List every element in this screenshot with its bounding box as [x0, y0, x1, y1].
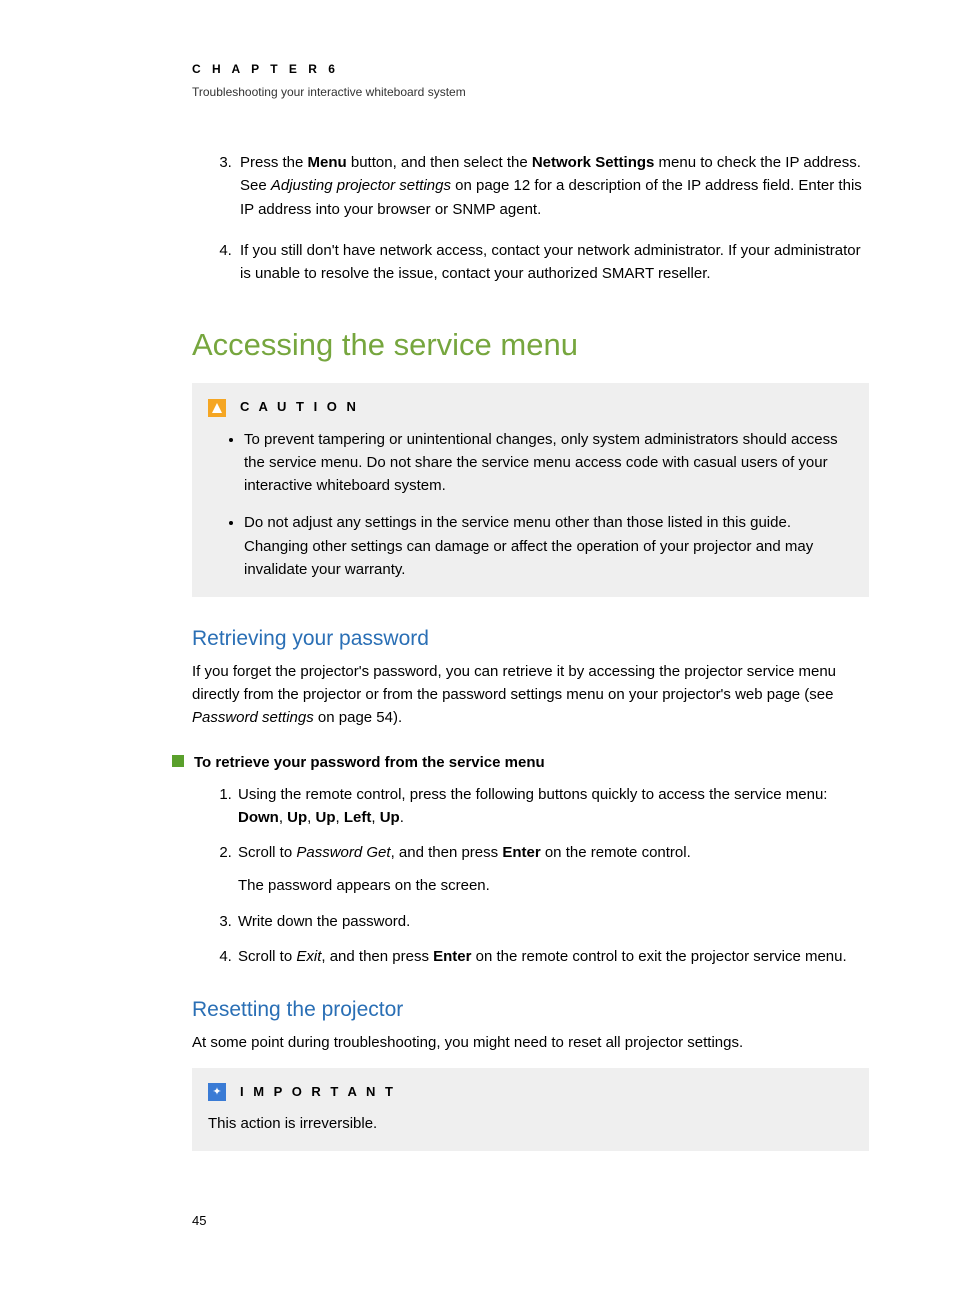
task-row: To retrieve your password from the servi…	[172, 751, 869, 774]
step-3: Press the Menu button, and then select t…	[236, 151, 869, 221]
retrieve-steps: Using the remote control, press the foll…	[192, 783, 869, 969]
retrieve-heading: Retrieving your password	[192, 623, 869, 656]
chapter-label: C H A P T E R 6	[192, 60, 869, 79]
caution-icon	[208, 399, 226, 417]
retrieve-step-3: Write down the password.	[236, 910, 869, 933]
important-body: This action is irreversible.	[208, 1112, 847, 1135]
caution-item-2: Do not adjust any settings in the servic…	[244, 511, 847, 581]
retrieve-step-1: Using the remote control, press the foll…	[236, 783, 869, 830]
reset-para: At some point during troubleshooting, yo…	[192, 1031, 869, 1054]
step-4: If you still don't have network access, …	[236, 239, 869, 286]
important-label: I M P O R T A N T	[240, 1082, 396, 1102]
page-number: 45	[192, 1211, 869, 1231]
caution-item-1: To prevent tampering or unintentional ch…	[244, 428, 847, 498]
caution-callout: C A U T I O N To prevent tampering or un…	[192, 383, 869, 597]
important-icon: ✦	[208, 1083, 226, 1101]
reset-heading: Resetting the projector	[192, 994, 869, 1027]
caution-label: C A U T I O N	[240, 397, 359, 417]
chapter-subtitle: Troubleshooting your interactive whitebo…	[192, 83, 869, 102]
important-callout: ✦ I M P O R T A N T This action is irrev…	[192, 1068, 869, 1151]
retrieve-step-4: Scroll to Exit, and then press Enter on …	[236, 945, 869, 968]
retrieve-step-2-result: The password appears on the screen.	[238, 874, 869, 897]
section-heading: Accessing the service menu	[192, 321, 869, 369]
retrieve-step-2: Scroll to Password Get, and then press E…	[236, 841, 869, 898]
task-bullet-icon	[172, 755, 184, 767]
continued-steps: Press the Menu button, and then select t…	[192, 151, 869, 285]
task-title: To retrieve your password from the servi…	[194, 751, 545, 774]
retrieve-para: If you forget the projector's password, …	[192, 660, 869, 730]
caution-list: To prevent tampering or unintentional ch…	[208, 428, 847, 582]
